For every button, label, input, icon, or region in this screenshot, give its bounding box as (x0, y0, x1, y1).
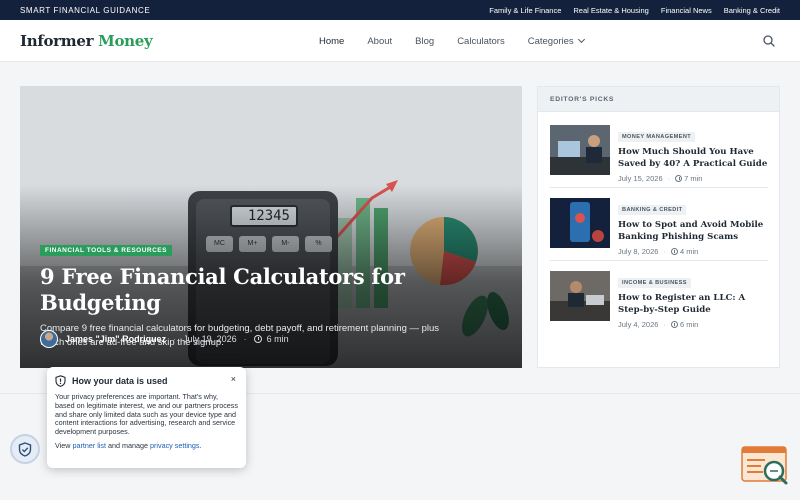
site-header: Informer Money Home About Blog Calculato… (0, 20, 800, 62)
top-links: Family & Life Finance Real Estate & Hous… (489, 6, 780, 15)
pick-date: July 15, 2026 (618, 174, 663, 183)
pick-date: July 8, 2026 (618, 247, 659, 256)
privacy-notice: How your data is used × Your privacy pre… (47, 367, 246, 468)
top-link-banking-credit[interactable]: Banking & Credit (724, 6, 780, 15)
main-nav: Home About Blog Calculators Categories (319, 20, 585, 62)
clock-icon (675, 175, 683, 182)
chevron-down-icon (577, 35, 585, 43)
search-button[interactable] (762, 34, 776, 48)
pick-category[interactable]: BANKING & CREDIT (618, 205, 687, 215)
privacy-period: . (199, 440, 202, 450)
privacy-settings-button[interactable] (10, 434, 40, 464)
privacy-links: View partner list and manage privacy set… (55, 440, 238, 451)
meta-separator: · (173, 334, 177, 344)
clock-icon (253, 335, 262, 343)
logo-text-informer: Informer (20, 31, 94, 50)
meta-separator: · (663, 320, 666, 329)
nav-blog[interactable]: Blog (415, 36, 434, 47)
top-link-family-life-finance[interactable]: Family & Life Finance (489, 6, 561, 15)
nav-calculators[interactable]: Calculators (457, 36, 505, 47)
privacy-view-label: View (55, 440, 71, 450)
nav-categories[interactable]: Categories (527, 35, 585, 47)
pick-item[interactable]: MONEY MANAGEMENT How Much Should You Hav… (550, 125, 768, 185)
site-logo[interactable]: Informer Money (20, 31, 153, 50)
top-bar: SMART FINANCIAL GUIDANCE Family & Life F… (0, 0, 800, 20)
partner-list-link[interactable]: partner list (72, 441, 106, 450)
editors-picks-heading: EDITOR'S PICKS (538, 87, 779, 112)
pick-date: July 4, 2026 (618, 320, 659, 329)
hero-title[interactable]: 9 Free Financial Calculators for Budgeti… (40, 264, 500, 316)
meta-separator: · (667, 174, 671, 183)
pick-category[interactable]: INCOME & BUSINESS (618, 278, 691, 288)
author-name[interactable]: James "Jim" Rodriguez (65, 334, 166, 344)
nav-about[interactable]: About (367, 36, 392, 47)
feedback-widget-icon[interactable] (741, 446, 789, 486)
hero-meta: James "Jim" Rodriguez · July 19, 2026 · … (40, 330, 289, 348)
pick-category[interactable]: MONEY MANAGEMENT (618, 132, 696, 142)
privacy-manage-label: and manage (108, 440, 148, 450)
author-avatar (40, 330, 58, 348)
pick-thumbnail[interactable] (550, 271, 610, 321)
pick-thumbnail[interactable] (550, 198, 610, 248)
nav-categories-label: Categories (527, 35, 574, 47)
pick-item[interactable]: INCOME & BUSINESS How to Register an LLC… (550, 271, 768, 331)
site-tagline: SMART FINANCIAL GUIDANCE (20, 5, 151, 15)
meta-separator: · (243, 334, 247, 344)
privacy-body: Your privacy preferences are important. … (55, 392, 238, 437)
pick-title[interactable]: How Much Should You Have Saved by 40? A … (618, 147, 768, 170)
pick-divider (550, 187, 768, 188)
top-link-real-estate-housing[interactable]: Real Estate & Housing (573, 6, 648, 15)
clock-icon (670, 321, 678, 328)
pick-divider (550, 260, 768, 261)
pick-thumbnail[interactable] (550, 125, 610, 175)
privacy-settings-link[interactable]: privacy settings (150, 441, 200, 450)
editors-picks: EDITOR'S PICKS MONEY MANAGEMENT How Much… (537, 86, 780, 368)
hero-category-badge[interactable]: FINANCIAL TOOLS & RESOURCES (40, 245, 172, 256)
featured-article[interactable]: 12345 MC M+ M- % FINANCIAL TOOLS & RESOU… (20, 86, 522, 368)
privacy-title: How your data is used (72, 376, 168, 386)
pick-read-time: 4 min (679, 247, 699, 256)
pick-item[interactable]: BANKING & CREDIT How to Spot and Avoid M… (550, 198, 768, 258)
hero-read-time: 6 min (266, 334, 289, 344)
logo-text-money: Money (98, 31, 153, 50)
shield-icon (55, 375, 66, 387)
pick-title[interactable]: How to Register an LLC: A Step-by-Step G… (618, 293, 768, 316)
meta-separator: · (663, 247, 666, 256)
nav-home[interactable]: Home (319, 36, 344, 47)
top-link-financial-news[interactable]: Financial News (661, 6, 712, 15)
shield-check-icon (18, 441, 32, 457)
pick-title[interactable]: How to Spot and Avoid Mobile Banking Phi… (618, 220, 768, 243)
search-icon (763, 35, 775, 47)
pick-read-time: 7 min (684, 174, 703, 183)
hero-date: July 19, 2026 (183, 334, 237, 344)
clock-icon (670, 248, 678, 255)
pick-read-time: 6 min (679, 320, 699, 329)
close-icon[interactable]: × (231, 374, 236, 384)
